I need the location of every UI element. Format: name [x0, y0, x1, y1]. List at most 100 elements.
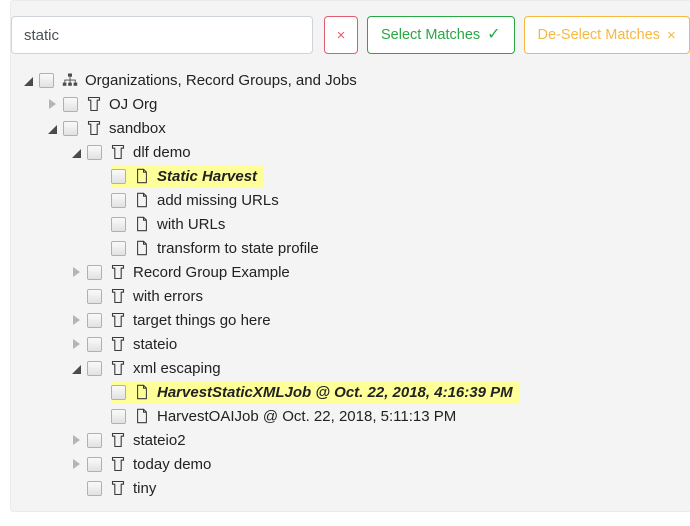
tree-toggle-spacer: [89, 164, 111, 188]
tree-node-checkbox[interactable]: [87, 264, 102, 280]
node-content: target things go here: [87, 312, 271, 329]
tree-toggle-button[interactable]: [17, 68, 39, 92]
tree-node-label: Organizations, Record Groups, and Jobs: [85, 71, 357, 89]
job-file-icon: [133, 192, 150, 209]
tree-node-checkbox[interactable]: [87, 432, 102, 448]
job-file-icon: [133, 240, 150, 257]
tree-toggle-button[interactable]: [41, 92, 63, 116]
record-group-icon: [109, 456, 126, 473]
tree-node-label: Record Group Example: [133, 263, 290, 281]
tree-toggle-button[interactable]: [41, 116, 63, 140]
node-content: tiny: [87, 480, 156, 497]
tree-toggle-button[interactable]: [65, 332, 87, 356]
tree-node-checkbox[interactable]: [87, 360, 102, 376]
chevron-right-icon: [48, 99, 56, 109]
select-matches-label: Select Matches: [381, 27, 481, 43]
tree-node-label: add missing URLs: [157, 191, 279, 209]
tree-node-checkbox[interactable]: [111, 168, 126, 184]
record-group-icon: [109, 144, 126, 161]
tree-node[interactable]: stateio: [11, 332, 690, 356]
tree-node-label: HarvestOAIJob @ Oct. 22, 2018, 5:11:13 P…: [157, 407, 457, 425]
match-highlight: HarvestStaticXMLJob @ Oct. 22, 2018, 4:1…: [111, 381, 519, 403]
tree-node-checkbox[interactable]: [63, 96, 78, 112]
chevron-down-icon: [47, 124, 57, 134]
tree-node-checkbox[interactable]: [111, 240, 126, 256]
tree-node-checkbox[interactable]: [111, 408, 126, 424]
tree-node-label: with URLs: [157, 215, 226, 233]
tree-node-checkbox[interactable]: [87, 288, 102, 304]
tree-toggle-button[interactable]: [65, 452, 87, 476]
tree-node-checkbox[interactable]: [87, 480, 102, 496]
tree-node-label: OJ Org: [109, 95, 158, 113]
record-group-icon: [109, 432, 126, 449]
tree-node-checkbox[interactable]: [111, 384, 126, 400]
close-icon: ×: [336, 26, 346, 44]
tree-node-checkbox[interactable]: [39, 72, 54, 88]
node-content: dlf demo: [87, 144, 191, 161]
node-content: add missing URLs: [111, 192, 279, 209]
chevron-down-icon: [71, 148, 81, 158]
chevron-right-icon: [72, 267, 80, 277]
tree-toggle-button[interactable]: [65, 140, 87, 164]
tree-node[interactable]: xml escaping: [11, 356, 690, 380]
chevron-down-icon: [23, 76, 33, 86]
node-content: Organizations, Record Groups, and Jobs: [39, 72, 357, 89]
tree-node-checkbox[interactable]: [111, 192, 126, 208]
tree-toggle-spacer: [65, 284, 87, 308]
tree-node[interactable]: with errors: [11, 284, 690, 308]
tree-node-checkbox[interactable]: [63, 120, 78, 136]
tree-toggle-spacer: [89, 404, 111, 428]
select-matches-button[interactable]: Select Matches ✓: [367, 16, 515, 54]
job-file-icon: [133, 168, 150, 185]
tree-node-checkbox[interactable]: [111, 216, 126, 232]
tree-node[interactable]: today demo: [11, 452, 690, 476]
node-content: xml escaping: [87, 360, 221, 377]
tree-toggle-button[interactable]: [65, 308, 87, 332]
tree-node[interactable]: tiny: [11, 476, 690, 500]
tree-toggle-spacer: [89, 380, 111, 404]
tree-node-label: with errors: [133, 287, 204, 305]
tree-node[interactable]: dlf demo: [11, 140, 690, 164]
tree-node[interactable]: HarvestOAIJob @ Oct. 22, 2018, 5:11:13 P…: [11, 404, 690, 428]
tree-node-checkbox[interactable]: [87, 336, 102, 352]
tree-node[interactable]: add missing URLs: [11, 188, 690, 212]
tree-toggle-button[interactable]: [65, 428, 87, 452]
tree-node[interactable]: target things go here: [11, 308, 690, 332]
record-group-icon: [109, 264, 126, 281]
tree-node[interactable]: with URLs: [11, 212, 690, 236]
tree-node-checkbox[interactable]: [87, 312, 102, 328]
sitemap-icon: [61, 72, 78, 89]
tree-node-checkbox[interactable]: [87, 144, 102, 160]
tree-node-label: stateio2: [133, 431, 186, 449]
tree-node[interactable]: Organizations, Record Groups, and Jobs: [11, 68, 690, 92]
tree-node[interactable]: Static Harvest: [11, 164, 690, 188]
tree-node[interactable]: transform to state profile: [11, 236, 690, 260]
record-group-icon: [85, 96, 102, 113]
tree-node[interactable]: stateio2: [11, 428, 690, 452]
tree-node-checkbox[interactable]: [87, 456, 102, 472]
clear-search-button[interactable]: ×: [324, 16, 358, 54]
tree-node-label: sandbox: [109, 119, 166, 137]
node-content: OJ Org: [63, 96, 157, 113]
chevron-right-icon: [72, 315, 80, 325]
node-content: with errors: [87, 288, 203, 305]
job-file-icon: [133, 384, 150, 401]
chevron-right-icon: [72, 339, 80, 349]
deselect-matches-button[interactable]: De-Select Matches ×: [523, 16, 690, 54]
tree-node[interactable]: OJ Org: [11, 92, 690, 116]
search-input[interactable]: [11, 16, 313, 54]
tree-node-label: today demo: [133, 455, 212, 473]
tree-toggle-spacer: [89, 188, 111, 212]
tree-toggle-button[interactable]: [65, 356, 87, 380]
close-icon: ×: [667, 26, 676, 44]
tree-node[interactable]: sandbox: [11, 116, 690, 140]
node-content: today demo: [87, 456, 211, 473]
tree-node[interactable]: Record Group Example: [11, 260, 690, 284]
record-group-icon: [109, 480, 126, 497]
tree-toggle-button[interactable]: [65, 260, 87, 284]
tree-node-label: stateio: [133, 335, 178, 353]
record-group-icon: [109, 360, 126, 377]
tree-node[interactable]: HarvestStaticXMLJob @ Oct. 22, 2018, 4:1…: [11, 380, 690, 404]
job-file-icon: [133, 408, 150, 425]
tree-node-label: transform to state profile: [157, 239, 319, 257]
